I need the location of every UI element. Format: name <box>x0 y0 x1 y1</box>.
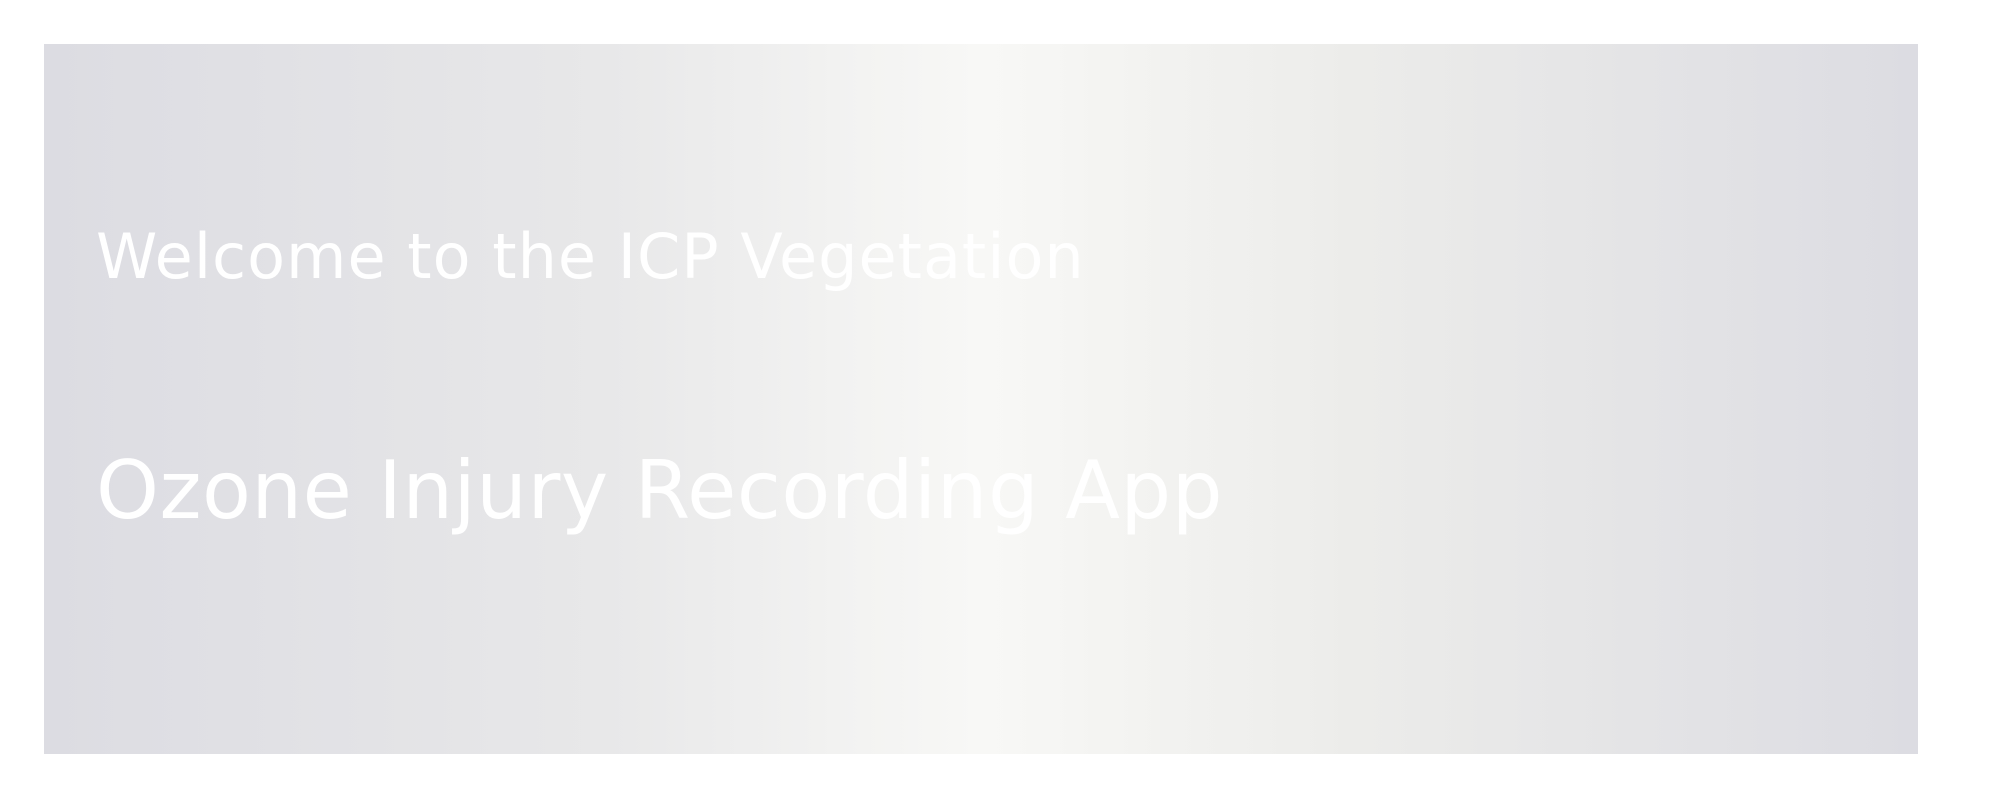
welcome-title-line2: Ozone Injury Recording App <box>96 444 1223 537</box>
welcome-banner: Welcome to the ICP Vegetation Ozone Inju… <box>44 44 1918 754</box>
welcome-title-line1: Welcome to the ICP Vegetation <box>96 220 1085 293</box>
